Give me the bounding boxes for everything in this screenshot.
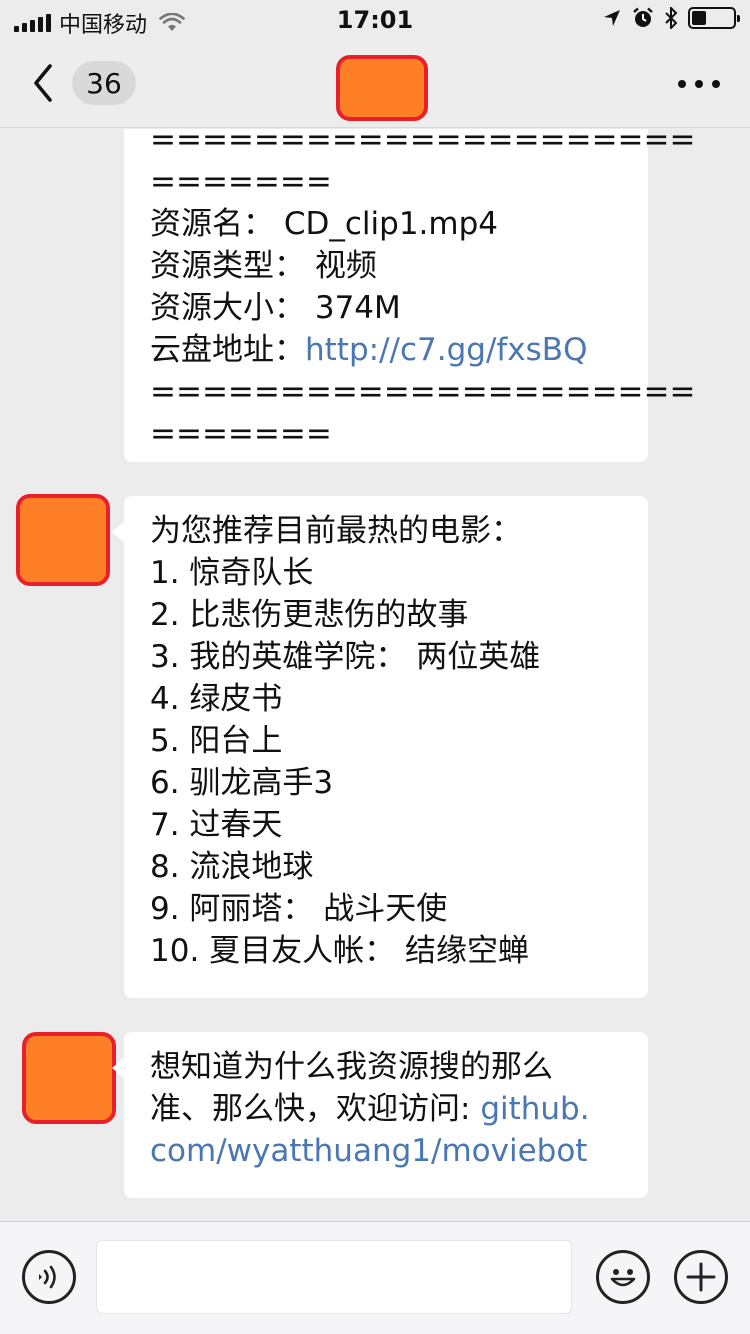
battery-level <box>692 11 706 25</box>
status-right <box>602 7 740 29</box>
back-button[interactable]: 36 <box>26 58 136 108</box>
sender-avatar[interactable] <box>22 1032 116 1124</box>
message-line: 7. 过春天 <box>150 807 283 843</box>
message-line: 6. 驯龙高手3 <box>150 765 334 801</box>
voice-button[interactable] <box>22 1250 76 1304</box>
message-line: 8. 流浪地球 <box>150 849 314 885</box>
message-line: 10. 夏目友人帐： 结缘空蝉 <box>150 933 530 969</box>
github-link-continued[interactable]: com/wyatthuang1/moviebot <box>150 1130 628 1172</box>
more-icon[interactable] <box>678 80 720 88</box>
bubble-tail <box>112 522 124 542</box>
bubble-tail <box>112 1058 124 1078</box>
bluetooth-icon <box>665 7 678 29</box>
message-line: 资源名： CD_clip1.mp4 <box>150 206 498 242</box>
emoji-button[interactable] <box>596 1250 650 1304</box>
message-line: 2. 比悲伤更悲伤的故事 <box>150 597 469 633</box>
location-icon <box>604 10 620 26</box>
plus-icon <box>686 1262 716 1292</box>
sender-avatar[interactable] <box>16 494 110 586</box>
alarm-icon <box>633 7 653 27</box>
message-line: ======= <box>150 416 332 452</box>
chat-title-redacted <box>336 55 428 121</box>
message-bubble-github-link[interactable]: 想知道为什么我资源搜的那么 准、那么快，欢迎访问: github. com/wy… <box>112 1032 648 1198</box>
message-line: 想知道为什么我资源搜的那么 <box>150 1049 553 1085</box>
add-button[interactable] <box>674 1250 728 1304</box>
message-line: 资源类型： 视频 <box>150 248 377 284</box>
input-bar <box>0 1221 750 1334</box>
message-line: 9. 阿丽塔： 战斗天使 <box>150 891 448 927</box>
message-bubble-movie-list[interactable]: 为您推荐目前最热的电影： 1. 惊奇队长 2. 比悲伤更悲伤的故事 3. 我的英… <box>112 496 648 998</box>
message-line: 云盘地址：http://c7.gg/fxsBQ <box>150 329 628 371</box>
message-line: ======= <box>150 164 332 200</box>
battery-icon <box>688 7 740 29</box>
cloud-address-label: 云盘地址： <box>150 332 305 368</box>
status-bar: 中国移动 17:01 <box>0 0 750 40</box>
message-line: ===================== <box>150 129 696 158</box>
message-text: 准、那么快，欢迎访问: <box>150 1091 481 1127</box>
back-chevron-icon <box>34 64 52 102</box>
cloud-address-link[interactable]: http://c7.gg/fxsBQ <box>305 332 587 368</box>
chat-area[interactable]: ===================== ======= 资源名： CD_cl… <box>0 129 750 1221</box>
message-line: 为您推荐目前最热的电影： <box>150 513 522 549</box>
emoji-icon <box>610 1269 636 1287</box>
message-line: ===================== <box>150 374 696 410</box>
message-line: 3. 我的英雄学院： 两位英雄 <box>150 639 541 675</box>
github-link[interactable]: github. <box>480 1091 589 1127</box>
message-line: 准、那么快，欢迎访问: github. <box>150 1088 628 1130</box>
message-bubble-resource-info[interactable]: ===================== ======= 资源名： CD_cl… <box>124 129 696 462</box>
voice-icon <box>39 1265 56 1289</box>
message-input[interactable] <box>96 1240 572 1314</box>
message-line: 资源大小： 374M <box>150 290 401 326</box>
message-line: 1. 惊奇队长 <box>150 555 314 591</box>
nav-bar: 36 <box>0 40 750 128</box>
message-line: 4. 绿皮书 <box>150 681 283 717</box>
message-line: 5. 阳台上 <box>150 723 283 759</box>
unread-count-badge: 36 <box>72 61 136 105</box>
